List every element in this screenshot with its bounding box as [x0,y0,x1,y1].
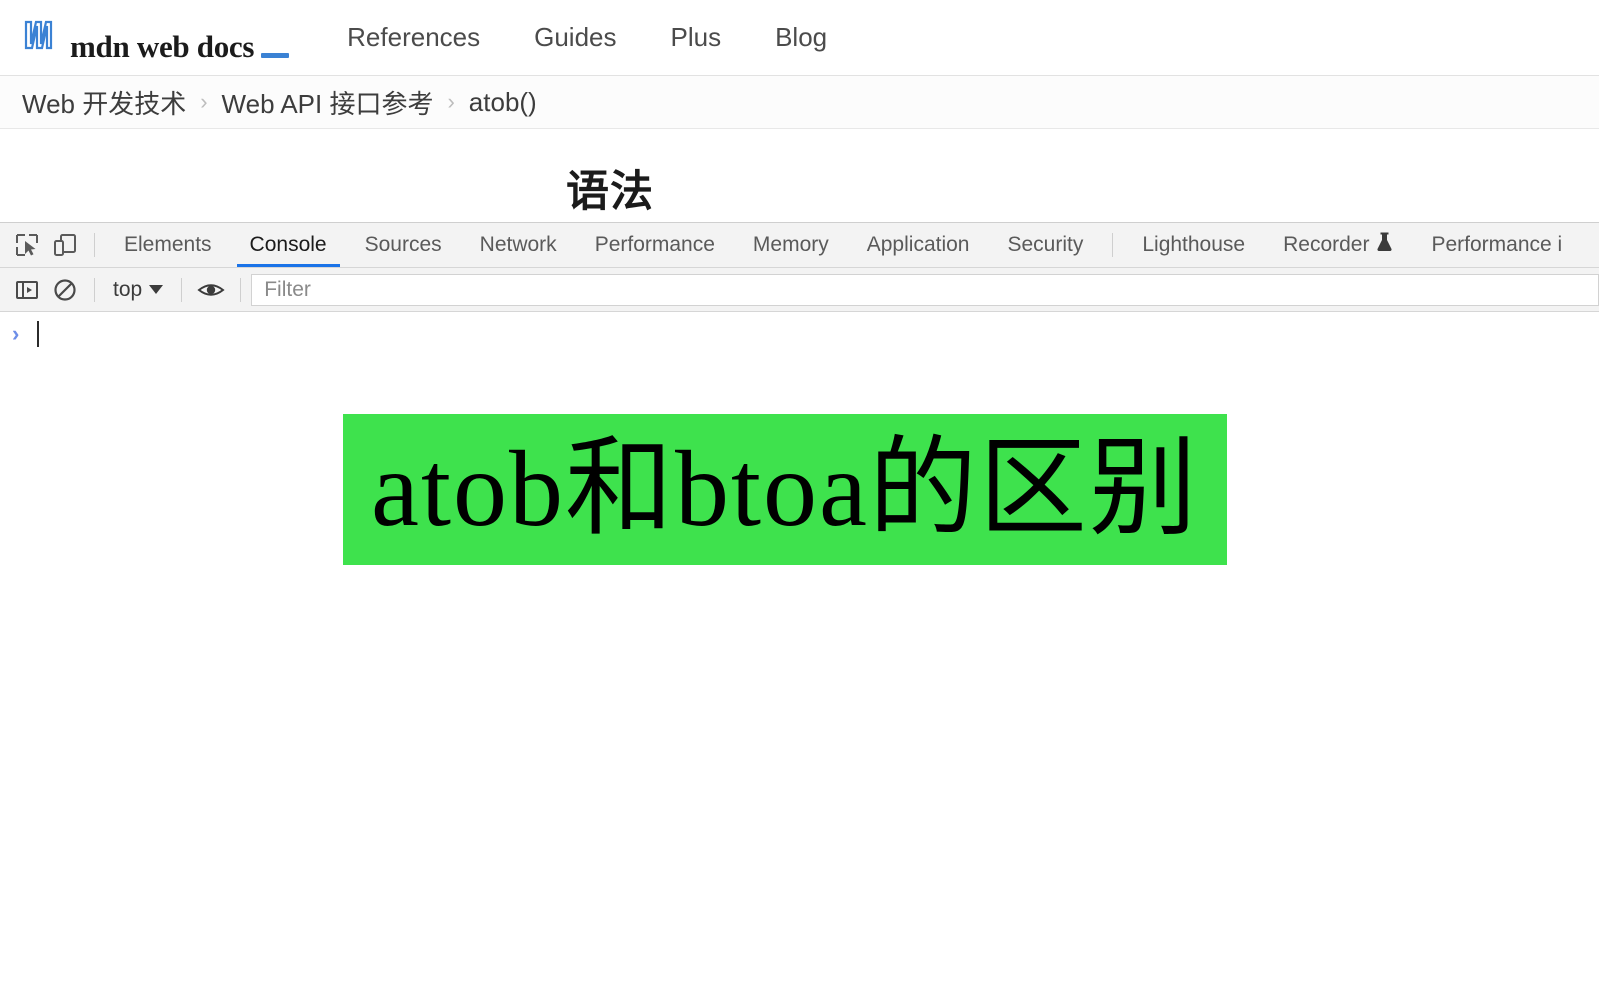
tab-label: Elements [124,233,212,256]
tab-label: Console [249,233,327,256]
mdn-header: mdn web docs References Guides Plus Blog [0,0,1599,76]
nav-item-plus[interactable]: Plus [671,22,722,53]
tab-recorder[interactable]: Recorder [1264,223,1412,267]
chevron-down-icon [149,285,164,294]
tab-label: Security [1007,233,1084,256]
tabbar-divider [1112,233,1114,257]
tab-network[interactable]: Network [461,223,576,267]
tab-label: Application [866,233,970,256]
console-toolbar-divider [240,277,242,302]
tab-label: Recorder [1283,233,1370,256]
console-output-area[interactable]: › [0,312,1599,356]
document-content: 语法 [0,129,1599,224]
tab-label: Performance i [1431,233,1563,256]
toolbar-divider [94,233,95,257]
device-toolbar-icon[interactable] [46,226,84,264]
breadcrumb-item-atob[interactable]: atob() [469,87,537,118]
breadcrumb-item-web-api[interactable]: Web API 接口参考 [222,84,434,121]
flask-icon [1376,232,1393,258]
console-filter-placeholder: Filter [264,277,311,301]
console-sidebar-icon[interactable] [8,271,46,309]
devtools-tabbar: Elements Console Sources Network Perform… [0,223,1599,268]
console-filter-input[interactable]: Filter [251,273,1599,306]
tab-console[interactable]: Console [231,223,346,267]
mdn-main-nav: References Guides Plus Blog [347,22,881,53]
tab-memory[interactable]: Memory [734,223,848,267]
devtools-panel: Elements Console Sources Network Perform… [0,222,1599,356]
console-toolbar: top Filter [0,268,1599,312]
clear-console-icon[interactable] [46,271,84,309]
breadcrumb-item-web-tech[interactable]: Web 开发技术 [22,84,186,121]
nav-item-blog[interactable]: Blog [775,22,827,53]
tab-label: Performance [594,233,715,256]
console-text-caret [37,321,40,347]
breadcrumb-separator-icon: › [200,89,208,114]
green-banner-text: atob和btoa的区别 [371,429,1199,549]
console-context-label: top [113,277,143,301]
mdn-logo-underscore [261,52,290,58]
tab-application[interactable]: Application [848,223,989,267]
console-prompt-arrow-icon: › [12,321,20,346]
page-heading-syntax: 语法 [566,168,654,216]
tab-performance-insights[interactable]: Performance i [1412,223,1581,267]
console-context-selector[interactable]: top [105,278,171,302]
tab-security[interactable]: Security [988,223,1102,267]
breadcrumb: Web 开发技术 › Web API 接口参考 › atob() [0,76,1599,129]
nav-item-references[interactable]: References [347,22,480,53]
mdn-m-icon [22,14,62,59]
page-root: mdn web docs References Guides Plus Blog… [0,0,1599,999]
tab-label: Network [479,233,557,256]
tab-performance[interactable]: Performance [576,223,734,267]
console-toolbar-divider [181,277,183,302]
tab-elements[interactable]: Elements [105,223,231,267]
green-title-banner: atob和btoa的区别 [343,414,1227,565]
nav-item-guides[interactable]: Guides [534,22,616,53]
tab-label: Lighthouse [1142,233,1246,256]
breadcrumb-separator-icon: › [447,89,455,114]
console-toolbar-divider [94,277,95,302]
live-expression-eye-icon[interactable] [192,271,230,309]
mdn-logo-text: mdn web docs [70,28,255,64]
tab-sources[interactable]: Sources [346,223,461,267]
tab-label: Sources [364,233,442,256]
tab-label: Memory [752,233,829,256]
tab-lighthouse[interactable]: Lighthouse [1123,223,1264,267]
mdn-logo-link[interactable]: mdn web docs [22,14,290,64]
inspect-element-icon[interactable] [8,226,46,264]
